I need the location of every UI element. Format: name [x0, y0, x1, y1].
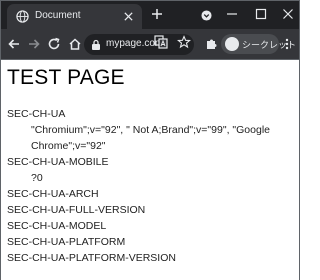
- hint-value: ?0: [31, 172, 43, 184]
- new-tab-icon[interactable]: [151, 8, 163, 20]
- hint-name: SEC-CH-UA-MOBILE: [7, 156, 109, 168]
- tab-search-icon[interactable]: [201, 10, 212, 21]
- back-arrow-icon[interactable]: [7, 37, 21, 51]
- lock-icon[interactable]: [91, 39, 101, 50]
- reload-icon[interactable]: [47, 37, 61, 51]
- hint-name: SEC-CH-UA-MODEL: [7, 220, 107, 232]
- more-menu-icon[interactable]: [285, 38, 289, 50]
- close-icon[interactable]: [123, 11, 134, 22]
- extensions-puzzle-icon[interactable]: [205, 37, 218, 50]
- home-icon[interactable]: [68, 37, 82, 51]
- bookmark-star-icon[interactable]: [177, 35, 191, 49]
- hint-name: SEC-CH-UA-PLATFORM-VERSION: [7, 252, 176, 264]
- title-bar: Document: [1, 1, 299, 29]
- page-title: TEST PAGE: [7, 66, 125, 89]
- window-close-icon[interactable]: [282, 8, 294, 20]
- minimize-icon[interactable]: [226, 8, 238, 20]
- tab-document[interactable]: Document: [7, 4, 142, 29]
- hint-name: SEC-CH-UA-ARCH: [7, 188, 99, 200]
- forward-arrow-icon[interactable]: [27, 37, 41, 51]
- browser-toolbar: mypage.com シークレット: [1, 29, 299, 59]
- hint-name: SEC-CH-UA: [7, 108, 66, 120]
- hint-value: "Chromium";v="92", " Not A;Brand";v="99"…: [31, 124, 270, 152]
- maximize-icon[interactable]: [255, 8, 267, 20]
- hint-name: SEC-CH-UA-FULL-VERSION: [7, 204, 146, 216]
- hint-name: SEC-CH-UA-PLATFORM: [7, 236, 126, 248]
- tab-title: Document: [35, 10, 81, 21]
- globe-icon: [16, 10, 29, 23]
- incognito-avatar-icon: [225, 37, 239, 51]
- page-content: TEST PAGE SEC-CH-UA "Chromium";v="92", "…: [1, 60, 299, 280]
- client-hints-list: SEC-CH-UA "Chromium";v="92", " Not A;Bra…: [7, 106, 297, 266]
- profile-button[interactable]: シークレット: [221, 34, 296, 54]
- translate-icon[interactable]: [154, 35, 168, 49]
- browser-window: Document mypage.com シークレット TEST PAGE SEC…: [0, 0, 300, 280]
